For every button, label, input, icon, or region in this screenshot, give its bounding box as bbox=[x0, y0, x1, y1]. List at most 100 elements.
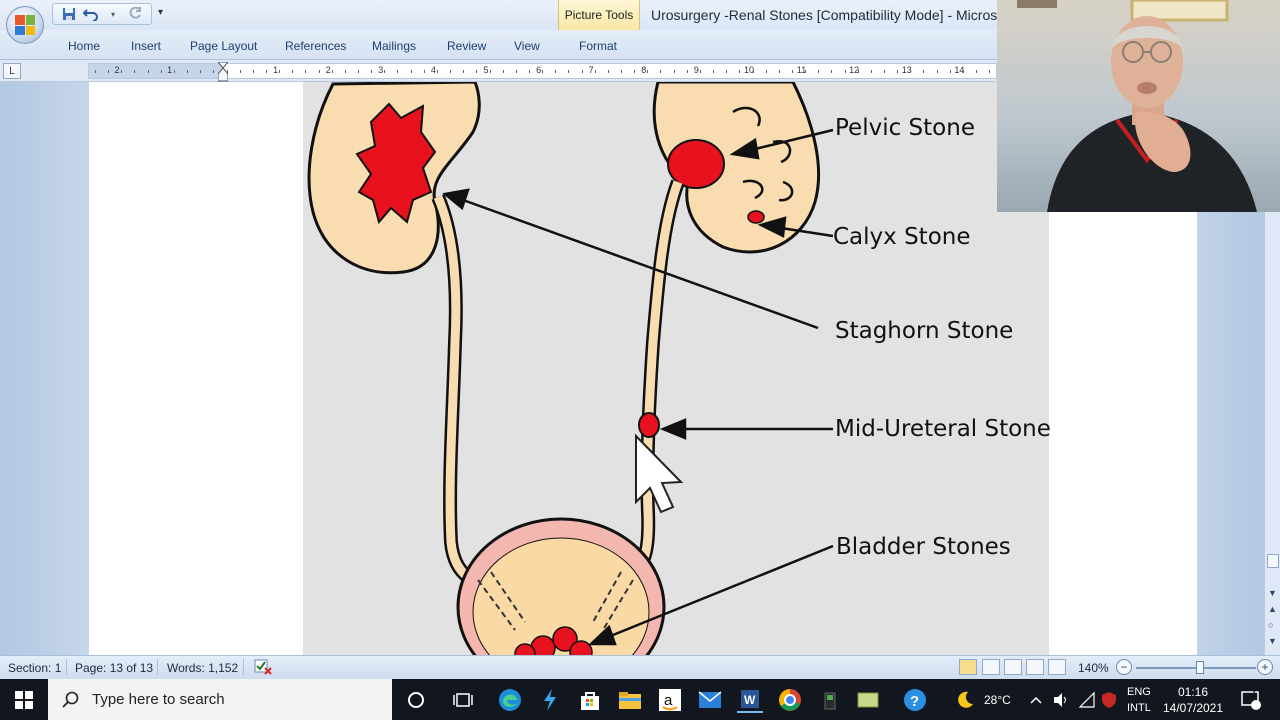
proofing-icon[interactable] bbox=[253, 658, 273, 679]
next-page-icon[interactable]: ▼ bbox=[1268, 636, 1277, 646]
search-placeholder: Type here to search bbox=[92, 691, 225, 708]
network-icon[interactable] bbox=[1078, 679, 1096, 720]
clock-time: 01:16 bbox=[1177, 684, 1209, 699]
ruler-number: 8 bbox=[641, 65, 647, 75]
ruler-tick bbox=[423, 70, 425, 73]
pelvic-stone bbox=[667, 139, 725, 189]
windows-taskbar: Type here to search a W ? 28°C ENG INTL … bbox=[0, 679, 1280, 720]
ruler-tick bbox=[292, 70, 294, 73]
task-view-icon[interactable] bbox=[450, 687, 476, 713]
ruler-tick bbox=[331, 70, 333, 73]
ruler-tick bbox=[713, 70, 715, 73]
ruler-tick bbox=[857, 70, 859, 73]
web-layout-icon[interactable] bbox=[1004, 659, 1022, 675]
mail-icon[interactable] bbox=[697, 687, 723, 713]
ruler-tick bbox=[265, 70, 267, 73]
customize-qat-icon[interactable]: ▾ bbox=[158, 7, 163, 18]
ruler-tick bbox=[528, 70, 530, 73]
clock-date: 14/07/2021 bbox=[1162, 700, 1224, 715]
file-explorer-icon[interactable] bbox=[617, 687, 643, 713]
clock[interactable]: 01:16 14/07/2021 bbox=[1162, 679, 1224, 720]
ruler-tick bbox=[778, 70, 780, 73]
ruler-number: 9 bbox=[693, 65, 699, 75]
temperature[interactable]: 28°C bbox=[984, 679, 1011, 720]
zoom-level[interactable]: 140% bbox=[1078, 661, 1109, 675]
flash-app-icon[interactable] bbox=[537, 687, 563, 713]
ruler-number: 3 bbox=[378, 65, 384, 75]
tab-page-layout[interactable]: Page Layout bbox=[190, 39, 257, 53]
start-button[interactable] bbox=[0, 679, 48, 720]
print-layout-view-icon[interactable] bbox=[959, 659, 977, 675]
weather-moon-icon[interactable] bbox=[952, 687, 978, 713]
tab-view[interactable]: View bbox=[514, 39, 540, 53]
tab-home[interactable]: Home bbox=[68, 39, 100, 53]
show-hidden-icons[interactable] bbox=[1030, 679, 1042, 720]
office-button[interactable] bbox=[6, 6, 44, 44]
zoom-in-icon[interactable]: + bbox=[1257, 659, 1273, 675]
windows-logo-icon bbox=[15, 690, 33, 709]
volume-icon[interactable] bbox=[1052, 679, 1070, 720]
camera-app-icon[interactable] bbox=[817, 687, 843, 713]
undo-icon[interactable] bbox=[83, 6, 99, 22]
notification-center-icon[interactable] bbox=[1240, 679, 1262, 720]
tab-mailings[interactable]: Mailings bbox=[372, 39, 416, 53]
ruler-tick bbox=[371, 70, 373, 73]
antivirus-icon[interactable] bbox=[1100, 679, 1118, 720]
indent-marker-icon[interactable] bbox=[218, 62, 228, 82]
ruler-tick bbox=[121, 70, 123, 73]
browse-object-icon[interactable]: ○ bbox=[1268, 620, 1273, 630]
store-icon[interactable] bbox=[577, 687, 603, 713]
redo-icon[interactable] bbox=[127, 6, 143, 22]
previous-page-icon[interactable]: ▲ bbox=[1268, 604, 1277, 614]
zoom-out-icon[interactable]: − bbox=[1116, 659, 1132, 675]
ruler-tick bbox=[555, 70, 557, 73]
tab-selector[interactable]: L bbox=[3, 63, 21, 79]
mid-ureteral-stone bbox=[638, 412, 660, 438]
edge-browser-icon[interactable] bbox=[497, 687, 523, 713]
chrome-icon[interactable] bbox=[777, 687, 803, 713]
save-icon[interactable] bbox=[61, 6, 77, 22]
renal-stones-diagram[interactable]: Pelvic Stone Calyx Stone Staghorn Stone … bbox=[303, 82, 1051, 655]
scroll-thumb[interactable] bbox=[1267, 554, 1279, 568]
section-indicator[interactable]: Section: 1 bbox=[8, 661, 61, 675]
scroll-down-icon[interactable]: ▼ bbox=[1268, 588, 1277, 598]
ruler-tick bbox=[818, 70, 820, 73]
urinary-tract-illustration bbox=[307, 82, 834, 655]
cortana-icon[interactable] bbox=[403, 687, 429, 713]
undo-dropdown-icon[interactable]: ▾ bbox=[105, 6, 121, 22]
zoom-slider-thumb[interactable] bbox=[1196, 661, 1204, 674]
notes-app-icon[interactable] bbox=[855, 687, 881, 713]
ruler-tick bbox=[870, 70, 872, 73]
ruler-number: 1 bbox=[273, 65, 279, 75]
ruler-tick bbox=[410, 70, 412, 73]
help-icon[interactable]: ? bbox=[902, 687, 928, 713]
ruler-number: 6 bbox=[536, 65, 542, 75]
amazon-icon[interactable]: a bbox=[657, 687, 683, 713]
status-divider bbox=[243, 659, 244, 675]
label-pelvic-stone: Pelvic Stone bbox=[835, 115, 975, 141]
status-divider bbox=[66, 659, 67, 675]
tab-references[interactable]: References bbox=[285, 39, 346, 53]
ruler-tick bbox=[910, 70, 912, 73]
ruler-tick bbox=[831, 70, 833, 73]
ruler-tick bbox=[962, 70, 964, 73]
word-app-icon[interactable]: W bbox=[737, 687, 763, 713]
tab-insert[interactable]: Insert bbox=[131, 39, 161, 53]
outline-view-icon[interactable] bbox=[1026, 659, 1044, 675]
full-screen-reading-icon[interactable] bbox=[982, 659, 1000, 675]
draft-view-icon[interactable] bbox=[1048, 659, 1066, 675]
page-indicator[interactable]: Page: 13 of 13 bbox=[75, 661, 153, 675]
tab-format[interactable]: Format bbox=[579, 39, 617, 53]
input-language[interactable]: ENG INTL bbox=[1127, 679, 1151, 720]
ruler-number: 2 bbox=[114, 65, 120, 75]
word-count[interactable]: Words: 1,152 bbox=[167, 661, 238, 675]
tab-review[interactable]: Review bbox=[447, 39, 486, 53]
ruler-tick bbox=[726, 70, 728, 73]
ruler-tick bbox=[476, 70, 478, 73]
presenter-video bbox=[1017, 0, 1257, 212]
ruler-tick bbox=[252, 70, 254, 73]
ruler-tick bbox=[791, 70, 793, 73]
ruler-tick bbox=[594, 70, 596, 73]
taskbar-search[interactable]: Type here to search bbox=[48, 679, 392, 720]
keyboard-layout: INTL bbox=[1127, 701, 1151, 714]
